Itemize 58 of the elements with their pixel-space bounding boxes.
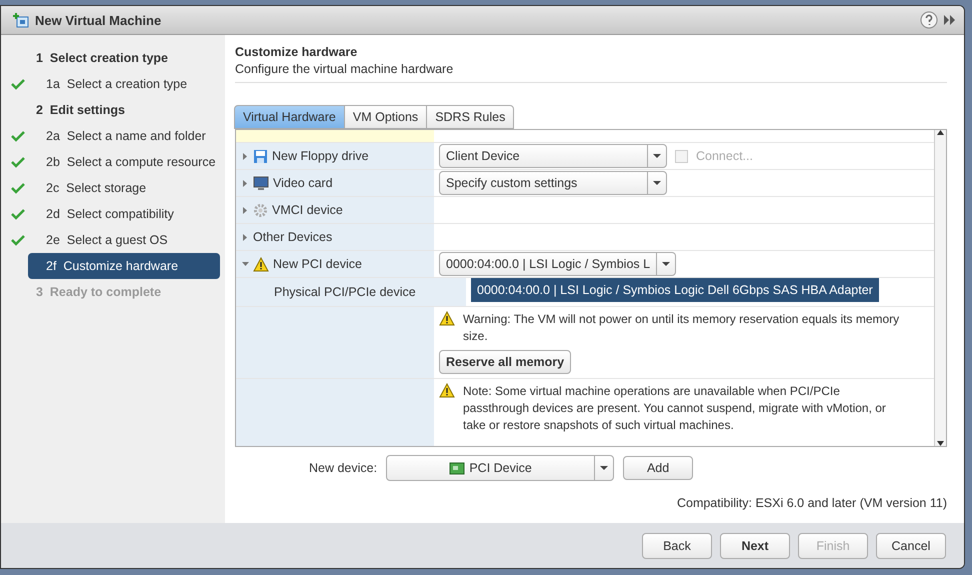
gear-icon <box>253 202 268 218</box>
warning-message: Warning: The VM will not power on until its memory reservation equals its memory size. <box>463 311 900 345</box>
wizard-step[interactable]: 2e Select a guest OS <box>28 227 220 253</box>
device-label: New Floppy drive <box>272 149 369 163</box>
device-dropdown[interactable]: Specify custom settings <box>439 171 667 195</box>
scroll-down-icon[interactable] <box>937 441 944 446</box>
wizard-step[interactable]: 2a Select a name and folder <box>28 123 220 149</box>
new-device-dropdown[interactable]: PCI Device <box>386 455 614 481</box>
scroll-up-icon[interactable] <box>937 130 944 135</box>
window-title: New Virtual Machine <box>35 12 162 28</box>
footer-button[interactable]: Cancel <box>876 532 946 558</box>
caret-icon[interactable] <box>242 152 249 160</box>
wizard-step[interactable]: 1a Select a creation type <box>28 71 220 97</box>
monitor-icon <box>253 176 269 190</box>
device-label: New PCI device <box>273 257 362 271</box>
scrollbar[interactable] <box>934 130 946 446</box>
dropdown-arrow-icon <box>653 180 661 186</box>
virtual-machine-icon <box>13 12 29 28</box>
device-label: Other Devices <box>253 230 332 244</box>
device-label: VMCI device <box>272 203 343 217</box>
warning-icon <box>253 256 269 272</box>
help-icon[interactable] <box>920 11 938 29</box>
dropdown-arrow-icon <box>653 154 661 158</box>
dropdown-option[interactable]: 0000:04:00.0 | LSI Logic / Symbios Logic Dell 6Gbps SAS HBA Adapter <box>471 278 879 302</box>
tab[interactable]: VM Options <box>344 105 428 129</box>
collapse-panel-icon[interactable] <box>944 15 956 25</box>
dropdown-arrow-icon <box>600 466 608 470</box>
page-title: Customize hardware <box>235 45 358 59</box>
warning-icon <box>439 311 455 326</box>
wizard-step[interactable]: 2c Select storage <box>28 175 220 201</box>
step-group-header: 1 Select creation type <box>35 50 168 67</box>
caret-icon[interactable] <box>242 260 249 268</box>
add-button[interactable]: Add <box>623 456 694 480</box>
page-subtitle: Configure the virtual machine hardware <box>235 62 947 83</box>
footer-button[interactable]: Back <box>642 532 712 558</box>
device-label: Video card <box>273 176 333 190</box>
step-group-header: 2 Edit settings <box>35 102 125 119</box>
compatibility-text: Compatibility: ESXi 6.0 and later (VM version 11) <box>676 496 947 510</box>
note-message: Note: Some virtual machine operations are unavailable when PCI/PCIe passthrough devices are present. You cannot suspend, migrate with vMotion, or take or restore snapshots of such virtual machines. <box>463 383 887 434</box>
wizard-step[interactable]: 2d Select compatibility <box>28 201 220 227</box>
new-device-label: New device: <box>309 461 378 475</box>
pci-card-icon <box>449 462 466 474</box>
warning-icon <box>439 383 455 398</box>
footer-button[interactable]: Next <box>720 532 790 558</box>
dropdown-arrow-icon <box>662 262 670 266</box>
step-group-header: 3 Ready to complete <box>35 284 162 301</box>
device-dropdown[interactable]: Client Device <box>439 144 667 168</box>
wizard-step[interactable]: 2b Select a compute resource <box>28 149 220 175</box>
caret-icon[interactable] <box>242 180 249 186</box>
wizard-step[interactable]: 2f Customize hardware <box>28 253 220 279</box>
checkbox-label: Connect... <box>696 149 753 163</box>
field-label: Physical PCI/PCIe device <box>274 285 416 299</box>
tab[interactable]: SDRS Rules <box>426 105 514 129</box>
device-dropdown[interactable]: 0000:04:00.0 | LSI Logic / Symbios L <box>439 252 676 276</box>
tab[interactable]: Virtual Hardware <box>234 105 345 129</box>
reserve-memory-button[interactable]: Reserve all memory <box>439 350 572 374</box>
caret-icon[interactable] <box>242 234 249 240</box>
caret-icon[interactable] <box>242 206 249 214</box>
